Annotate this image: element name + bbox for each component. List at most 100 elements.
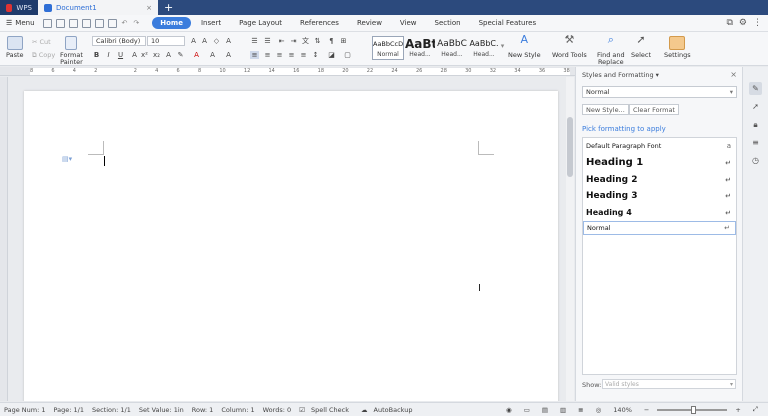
- new-file-icon[interactable]: [42, 18, 52, 28]
- menu-button[interactable]: ☰ Menu: [0, 19, 41, 27]
- open-folder-icon[interactable]: [55, 18, 65, 28]
- align-right-icon[interactable]: ≡: [275, 51, 284, 59]
- spell-check-button[interactable]: ☑ Spell Check: [295, 406, 357, 414]
- superscript-icon[interactable]: x²: [140, 51, 149, 59]
- underline-icon[interactable]: U: [116, 51, 125, 59]
- highlight-icon[interactable]: ✎: [176, 51, 185, 59]
- word-tools-button[interactable]: ⚒ Word Tools: [552, 34, 587, 59]
- zoom-out-icon[interactable]: −: [640, 406, 653, 414]
- font-size-select[interactable]: 10: [147, 36, 185, 46]
- table-icon[interactable]: ⊞: [339, 37, 348, 45]
- align-left-icon[interactable]: ≡: [250, 51, 259, 59]
- outline-view-icon[interactable]: ≣: [574, 406, 587, 414]
- settings-button[interactable]: Settings: [664, 36, 691, 59]
- zoom-in-icon[interactable]: +: [731, 406, 744, 414]
- cut-button[interactable]: ✂ Cut: [32, 38, 51, 46]
- tab-references[interactable]: References: [292, 17, 347, 29]
- lock-icon[interactable]: 🔒︎: [749, 118, 762, 131]
- font-color-icon[interactable]: A: [192, 51, 201, 59]
- decrease-indent-icon[interactable]: ⇤: [277, 37, 286, 45]
- document-page[interactable]: ▤▾ I: [24, 91, 558, 401]
- zoom-value[interactable]: 140%: [609, 406, 636, 414]
- grow-font-icon[interactable]: A: [189, 37, 198, 45]
- globe-icon[interactable]: ◎: [592, 406, 606, 414]
- subscript-icon[interactable]: x₂: [152, 51, 161, 59]
- show-marks-icon[interactable]: ¶: [327, 37, 336, 45]
- more-icon[interactable]: ⋮: [753, 18, 762, 28]
- list-item[interactable]: Heading 4 ↵: [583, 205, 736, 220]
- shrink-font-icon[interactable]: A: [200, 37, 209, 45]
- list-item-selected[interactable]: Normal ↵: [583, 221, 736, 235]
- properties-icon[interactable]: ≡: [749, 136, 762, 149]
- undo-icon[interactable]: ↶: [122, 19, 128, 27]
- zoom-slider[interactable]: [657, 405, 728, 414]
- clear-format-button[interactable]: Clear Format: [629, 104, 679, 115]
- style-heading-2[interactable]: AaBbC Head...: [436, 36, 468, 60]
- justify-icon[interactable]: ≡: [287, 51, 296, 59]
- styles-more-icon[interactable]: ▾: [498, 42, 507, 50]
- panel-title[interactable]: Styles and Formatting ▾: [582, 71, 659, 79]
- save-icon[interactable]: [68, 18, 78, 28]
- fit-window-icon[interactable]: ⤢: [749, 405, 762, 414]
- tab-home[interactable]: Home: [152, 17, 191, 29]
- char-shading-icon[interactable]: A: [208, 51, 217, 59]
- char-border-icon[interactable]: A: [224, 51, 233, 59]
- bold-icon[interactable]: B: [92, 51, 101, 59]
- current-style-field[interactable]: Normal ▾: [582, 86, 737, 98]
- list-item[interactable]: Heading 3 ↵: [583, 188, 736, 203]
- close-tab-icon[interactable]: ×: [146, 4, 152, 12]
- font-name-select[interactable]: Calibri (Body): [92, 36, 146, 46]
- print-preview-icon[interactable]: [107, 18, 117, 28]
- scrollbar-thumb[interactable]: [567, 117, 573, 177]
- wps-app-tab[interactable]: WPS: [0, 0, 38, 15]
- paste-button[interactable]: Paste: [6, 36, 24, 59]
- find-replace-button[interactable]: ⌕ Find and Replace: [597, 34, 625, 66]
- export-pdf-icon[interactable]: [81, 18, 91, 28]
- bullets-icon[interactable]: ☰: [250, 37, 259, 45]
- borders-icon[interactable]: ▢: [343, 51, 352, 59]
- align-center-icon[interactable]: ≡: [263, 51, 272, 59]
- list-item[interactable]: Default Paragraph Font a: [583, 140, 736, 152]
- tab-page-layout[interactable]: Page Layout: [231, 17, 290, 29]
- autobackup-button[interactable]: ☁ AutoBackup: [357, 406, 421, 414]
- clear-formatting-icon[interactable]: ◇: [212, 37, 221, 45]
- new-tab-button[interactable]: +: [158, 0, 179, 15]
- italic-icon[interactable]: I: [104, 51, 113, 59]
- increase-indent-icon[interactable]: ⇥: [289, 37, 298, 45]
- strikethrough-icon[interactable]: A: [130, 51, 139, 59]
- new-style-panel-button[interactable]: New Style...: [582, 104, 629, 115]
- web-view-icon[interactable]: ▤: [538, 406, 552, 414]
- page-view-icon[interactable]: ▭: [520, 406, 534, 414]
- restore-icon[interactable]: ⧉: [726, 18, 732, 28]
- eye-protection-icon[interactable]: ◉: [502, 406, 516, 414]
- settings-gear-icon[interactable]: ⚙: [739, 18, 747, 28]
- format-painter-button[interactable]: Format Painter: [60, 36, 83, 66]
- list-item[interactable]: Heading 1 ↵: [583, 155, 736, 170]
- style-normal[interactable]: AaBbCcDd Normal: [372, 36, 404, 60]
- new-style-button[interactable]: A New Style: [508, 34, 541, 59]
- show-select[interactable]: Valid styles ▾: [602, 379, 736, 389]
- redo-icon[interactable]: ↷: [133, 19, 139, 27]
- select-button[interactable]: ➚ Select: [631, 34, 651, 59]
- distributed-icon[interactable]: ≡: [299, 51, 308, 59]
- list-item[interactable]: Heading 2 ↵: [583, 172, 736, 187]
- select-pane-icon[interactable]: ➚: [749, 100, 762, 113]
- style-heading-3[interactable]: AaBbC. Head...: [468, 36, 500, 60]
- styles-pane-icon[interactable]: ✎: [749, 82, 762, 95]
- copy-button[interactable]: ⧉ Copy: [32, 51, 55, 60]
- style-heading-1[interactable]: AaBt Head...: [404, 36, 436, 60]
- print-icon[interactable]: [94, 18, 104, 28]
- document-tab[interactable]: Document1 ×: [38, 0, 158, 15]
- text-effects-icon[interactable]: A: [164, 51, 173, 59]
- tab-section[interactable]: Section: [427, 17, 469, 29]
- sort-icon[interactable]: ⇅: [313, 37, 322, 45]
- shading-icon[interactable]: ◪: [327, 51, 336, 59]
- panel-close-icon[interactable]: ×: [730, 70, 737, 79]
- vertical-ruler[interactable]: [0, 77, 8, 401]
- line-spacing-icon[interactable]: ↕: [311, 51, 320, 59]
- paragraph-menu-icon[interactable]: ▤▾: [62, 155, 72, 163]
- reading-view-icon[interactable]: ▥: [556, 406, 570, 414]
- zoom-slider-knob[interactable]: [691, 405, 697, 414]
- tab-special-features[interactable]: Special Features: [471, 17, 545, 29]
- tab-insert[interactable]: Insert: [193, 17, 229, 29]
